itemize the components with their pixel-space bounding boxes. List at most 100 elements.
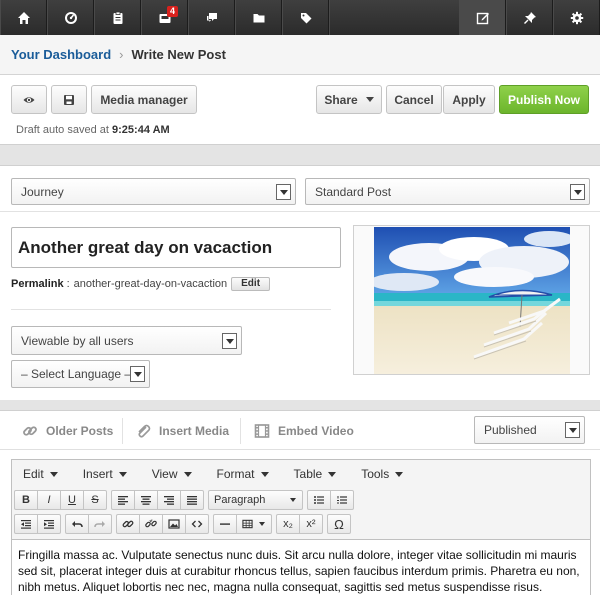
chevron-down-icon xyxy=(328,471,337,477)
link-icon xyxy=(23,426,37,436)
apply-button[interactable]: Apply xyxy=(443,85,495,114)
media-separator xyxy=(240,418,241,444)
editor-toolbar-row-2: x₂ x² Ω xyxy=(14,514,355,536)
nav-dashboard[interactable] xyxy=(47,0,94,35)
dropdown-arrow-icon xyxy=(130,366,145,382)
align-right-button[interactable] xyxy=(157,490,181,510)
breadcrumb: Your Dashboard › Write New Post xyxy=(0,35,600,75)
nav-spacer xyxy=(329,0,459,35)
align-right-icon xyxy=(164,496,174,505)
editor-toolbar-row-1: B I U S Paragraph xyxy=(14,490,358,512)
outdent-button[interactable] xyxy=(14,514,38,534)
older-posts-link[interactable]: Older Posts xyxy=(22,411,113,451)
menu-label: Insert xyxy=(82,467,113,481)
paragraph-format-select[interactable]: Paragraph xyxy=(208,490,303,510)
category-value: Journey xyxy=(21,184,64,199)
share-label: Share xyxy=(324,92,358,107)
align-left-button[interactable] xyxy=(111,490,135,510)
menu-table[interactable]: Table xyxy=(294,467,337,481)
preview-button[interactable] xyxy=(11,85,47,114)
embed-video-link[interactable]: Embed Video xyxy=(254,411,354,451)
menu-edit[interactable]: Edit xyxy=(23,467,58,481)
table-button[interactable] xyxy=(236,514,272,534)
nav-tags[interactable] xyxy=(282,0,329,35)
media-manager-button[interactable]: Media manager xyxy=(91,85,197,114)
numbered-list-button[interactable] xyxy=(330,490,354,510)
editor-content[interactable]: Fringilla massa ac. Vulputate senectus n… xyxy=(12,539,590,595)
language-select[interactable]: – Select Language – xyxy=(11,360,150,388)
outdent-icon xyxy=(21,520,31,529)
film-icon xyxy=(254,424,270,438)
nav-write[interactable] xyxy=(459,0,506,35)
permalink-row: Permalink : another-great-day-on-vacacti… xyxy=(11,277,271,291)
nav-comments[interactable] xyxy=(188,0,235,35)
insert-link-button[interactable] xyxy=(116,514,140,534)
bullet-list-button[interactable] xyxy=(307,490,331,510)
breadcrumb-dashboard-link[interactable]: Your Dashboard xyxy=(11,47,111,62)
nav-pin[interactable] xyxy=(506,0,553,35)
special-character-button[interactable]: Ω xyxy=(327,514,351,534)
link-icon xyxy=(122,520,134,528)
embed-video-label: Embed Video xyxy=(278,424,354,438)
gear-icon xyxy=(570,11,583,24)
italic-button[interactable]: I xyxy=(37,490,61,510)
subscript-button[interactable]: x₂ xyxy=(276,514,300,534)
paperclip-icon xyxy=(138,424,151,438)
beach-photo-image xyxy=(374,227,570,374)
save-draft-button[interactable] xyxy=(51,85,87,114)
dropdown-arrow-icon xyxy=(276,184,291,200)
dashboard-icon xyxy=(64,11,77,24)
bold-button[interactable]: B xyxy=(14,490,38,510)
undo-button[interactable] xyxy=(65,514,89,534)
status-select[interactable]: Published xyxy=(474,416,585,444)
align-center-icon xyxy=(141,496,151,505)
source-code-button[interactable] xyxy=(185,514,209,534)
horizontal-rule-button[interactable] xyxy=(213,514,237,534)
indent-icon xyxy=(44,520,54,529)
unlink-button[interactable] xyxy=(139,514,163,534)
align-justify-button[interactable] xyxy=(180,490,204,510)
redo-button[interactable] xyxy=(88,514,112,534)
insert-image-button[interactable] xyxy=(162,514,186,534)
cancel-button[interactable]: Cancel xyxy=(386,85,442,114)
underline-button[interactable]: U xyxy=(60,490,84,510)
post-form: Journey Standard Post Another great day … xyxy=(0,165,600,400)
nav-clipboard[interactable] xyxy=(94,0,141,35)
menu-label: Edit xyxy=(23,467,44,481)
dropdown-arrow-icon xyxy=(570,184,585,200)
nav-inbox[interactable]: 4 xyxy=(141,0,188,35)
autosave-time: 9:25:44 AM xyxy=(112,124,170,136)
featured-image-frame[interactable] xyxy=(353,225,590,375)
dropdown-arrow-icon xyxy=(222,333,237,349)
post-type-select[interactable]: Standard Post xyxy=(305,178,590,205)
redo-icon xyxy=(94,521,105,528)
publish-now-button[interactable]: Publish Now xyxy=(499,85,589,114)
category-select[interactable]: Journey xyxy=(11,178,296,205)
language-value: – Select Language – xyxy=(21,367,132,381)
share-button[interactable]: Share xyxy=(316,85,382,114)
comments-icon xyxy=(206,12,217,22)
section-gap xyxy=(0,400,600,410)
superscript-button[interactable]: x² xyxy=(299,514,323,534)
nav-settings[interactable] xyxy=(553,0,600,35)
paragraph-format-value: Paragraph xyxy=(214,494,266,506)
nav-folder[interactable] xyxy=(235,0,282,35)
media-separator xyxy=(122,418,123,444)
menu-view[interactable]: View xyxy=(152,467,192,481)
menu-format[interactable]: Format xyxy=(217,467,269,481)
visibility-select[interactable]: Viewable by all users xyxy=(11,326,242,355)
indent-button[interactable] xyxy=(37,514,61,534)
menu-tools[interactable]: Tools xyxy=(361,467,404,481)
visibility-value: Viewable by all users xyxy=(21,333,134,348)
unlink-icon xyxy=(145,519,157,528)
nav-home[interactable] xyxy=(0,0,47,35)
insert-media-label: Insert Media xyxy=(159,424,230,438)
insert-media-link[interactable]: Insert Media xyxy=(135,411,229,451)
strikethrough-button[interactable]: S xyxy=(83,490,107,510)
post-title-input[interactable]: Another great day on vacaction xyxy=(11,227,341,268)
permalink-edit-button[interactable]: Edit xyxy=(231,277,271,291)
align-center-button[interactable] xyxy=(134,490,158,510)
code-icon xyxy=(191,520,203,528)
edit-icon xyxy=(476,12,489,24)
menu-insert[interactable]: Insert xyxy=(83,467,127,481)
